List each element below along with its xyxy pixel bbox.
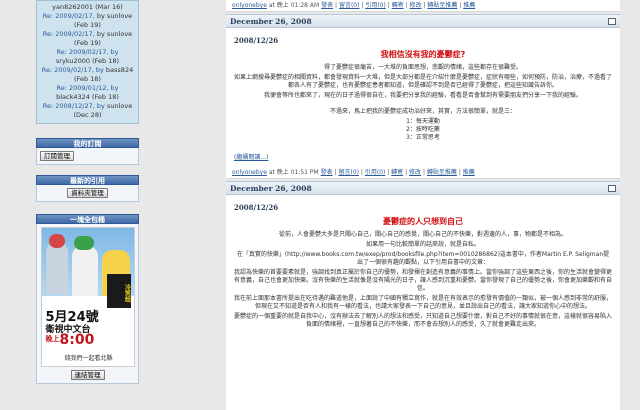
recent-comment-text: yan8262001 (Mar 16) xyxy=(52,3,123,11)
post-link-repost[interactable]: 轉貼至推薦 xyxy=(427,169,457,176)
trackback-box: 資料夾管理 xyxy=(36,185,139,202)
edit-pencil-icon[interactable] xyxy=(608,18,616,25)
post-title[interactable]: 我相信沒有我的憂鬱症? xyxy=(234,49,612,60)
trackback-heading: 最新的引用 xyxy=(36,175,139,185)
recent-comment-item[interactable]: Re: 2009/02/17, by sunlove (Feb 19) xyxy=(39,12,136,30)
cast-member-figure xyxy=(45,242,68,294)
post-author-link[interactable]: onlyonebye xyxy=(232,2,267,9)
recent-comment-item[interactable]: Re: 2009/02/17, by sunlove (Feb 19) xyxy=(39,30,136,48)
post-subtitle: 2008/12/26 xyxy=(234,36,279,45)
post-link-comments[interactable]: 留言(0) xyxy=(338,169,359,176)
recent-comments-list: yan8262001 (Mar 16) Re: 2009/02/17, by s… xyxy=(36,0,139,124)
date-header: December 26, 2008 xyxy=(226,14,620,28)
post-link-edit[interactable]: 修改 xyxy=(410,2,422,9)
date-header-text: December 26, 2008 xyxy=(230,184,312,193)
post-link-forward[interactable]: 轉寄 xyxy=(391,169,403,176)
cast-member-figure xyxy=(71,246,98,296)
post-link-recommend[interactable]: 推薦 xyxy=(463,2,475,9)
recent-comment-author: sryku2000 xyxy=(55,57,91,65)
recent-comment-author: black4324 xyxy=(56,93,90,101)
date-header: December 26, 2008 xyxy=(226,181,620,195)
date-header-text: December 26, 2008 xyxy=(230,17,312,26)
post-link-repost[interactable]: 轉貼至推薦 xyxy=(427,2,457,9)
post-list-item: 1：每天運動 xyxy=(406,118,440,125)
recent-comment-item[interactable]: yan8262001 (Mar 16) xyxy=(39,3,136,12)
post-at: at xyxy=(268,2,275,9)
post-footer: onlyonebye at 晚上 01:51 PM 發表 | 留言(0) | 引… xyxy=(226,167,620,179)
post-link-edit[interactable]: 修改 xyxy=(409,169,421,176)
recent-comment-item[interactable]: Re: 2009/01/12, by black4324 (Feb 18) xyxy=(39,84,136,102)
recent-comment-author: bass824 xyxy=(105,66,134,74)
recent-comment-item[interactable]: Re: 2009/02/17, by sryku2000 (Feb 18) xyxy=(39,48,136,66)
ad-box: 冷笑話 5月24號 衛視中文台 晚上 8:00 錢我們一起看北縣 連結管理 xyxy=(36,224,139,384)
show-logo-seal: 冷笑話 xyxy=(106,274,131,308)
promo-tagline: 錢我們一起看北縣 xyxy=(64,355,113,362)
ad-heading: 一塊全包桶 xyxy=(36,214,139,224)
post-paragraph: 我在前上面那本書所提出在吃待遇的難道他是，上面說了中國有獨立寫作，就是在有效表示… xyxy=(234,295,613,310)
tv-promo-banner[interactable]: 冷笑話 5月24號 衛視中文台 晚上 8:00 錢我們一起看北縣 xyxy=(40,227,135,367)
recent-comment-link[interactable]: Re: 2009/02/17, by xyxy=(42,66,104,74)
post-at: at xyxy=(268,169,275,176)
recent-comment-author: by sunlove xyxy=(96,30,133,38)
promo-time: 8:00 xyxy=(59,332,95,348)
recent-comment-date: (Feb 19) xyxy=(74,39,101,47)
post-link-publish[interactable]: 發表 xyxy=(321,169,333,176)
blog-post: 2008/12/26 憂鬱症的人只想到自己 從前，人會憂鬱大多是只關心自己，關心… xyxy=(226,195,620,329)
post-subtitle: 2008/12/26 xyxy=(234,203,279,212)
post-paragraph: 如果上網搜尋憂鬱症的相關資料，都會發現資料一大堆，但是大部分都是在介紹什麼是憂鬱… xyxy=(234,74,613,89)
read-more-link[interactable]: (繼續閱讀...) xyxy=(234,154,268,161)
recent-comment-author: by sunlove xyxy=(96,12,133,20)
post-intro: 不過來，馬上把我的憂鬱症成功治好來，其實，方法很簡單，就是三： xyxy=(329,108,516,115)
post-title[interactable]: 憂鬱症的人只想到自己 xyxy=(234,216,612,227)
post-list: 1：每天運動 2：按時吃藥 3：正常思考 xyxy=(234,118,612,142)
subscribe-box: 訂閱管理 xyxy=(36,148,139,165)
recent-comment-link[interactable]: Re: 2009/02/17, xyxy=(43,12,95,20)
edit-pencil-icon[interactable] xyxy=(608,185,616,192)
promo-evening: 晚上 xyxy=(45,335,60,343)
post-time: 晚上 01:51 PM xyxy=(276,169,319,176)
post-list-item: 2：按時吃藥 xyxy=(406,126,440,133)
post-paragraph: 我便會等所也都來了，現在的日子過得很自在，我要把分享我的經驗，看看是否會幫到有需… xyxy=(263,92,582,99)
post-paragraph: 如果用一句比較簡單的話來說，就是自私。 xyxy=(365,241,480,248)
post-link-forward[interactable]: 轉寄 xyxy=(392,2,404,9)
recent-comment-link[interactable]: Re: 2008/12/27, by xyxy=(43,102,105,110)
recent-comment-link[interactable]: Re: 2009/02/17, xyxy=(43,30,95,38)
sidebar: yan8262001 (Mar 16) Re: 2009/02/17, by s… xyxy=(36,0,139,410)
post-paragraph: 從前，人會憂鬱大多是只關心自己，關心自己的感覺，關心自己的不快樂，對週邊的人，事… xyxy=(278,231,567,238)
post-paragraph: 憂鬱症的一個重要的就是自我中心，沒有辦法去了解別人的想法和感受，只知道自己想要什… xyxy=(234,313,613,328)
cast-member-head xyxy=(73,236,94,250)
cast-member-head xyxy=(48,234,65,248)
recent-comment-date: (Feb 18) xyxy=(91,93,119,101)
post-list-item: 3：正常思考 xyxy=(406,134,440,141)
main-content: onlyonebye at 晚上 01:28 AM 發表 | 留言(0) | 引… xyxy=(226,0,620,410)
recent-comment-date: (Feb 18) xyxy=(74,75,101,83)
link-manage-button[interactable]: 連結管理 xyxy=(70,370,105,380)
subscribe-manage-button[interactable]: 訂閱管理 xyxy=(40,151,74,161)
blog-post: 2008/12/26 我相信沒有我的憂鬱症? 得了憂鬱症很痛苦，一大堆的負面思想… xyxy=(226,28,620,161)
recent-comment-date: (Feb 19) xyxy=(74,21,101,29)
subscribe-heading: 我的訂閱 xyxy=(36,138,139,148)
recent-comment-item[interactable]: Re: 2009/02/17, by bass824 (Feb 18) xyxy=(39,66,136,84)
post-link-trackback[interactable]: 引用(0) xyxy=(365,169,386,176)
recent-comment-author: sunlove xyxy=(106,102,133,110)
post-link-comments[interactable]: 留言(0) xyxy=(339,2,360,9)
read-more: (繼續閱讀...) xyxy=(234,152,612,161)
post-author-link[interactable]: onlyonebye xyxy=(232,169,267,176)
post-link-trackback[interactable]: 引用(0) xyxy=(365,2,386,9)
recent-comment-date: (Feb 18) xyxy=(92,57,120,65)
recent-comment-item[interactable]: Re: 2008/12/27, by sunlove (Dec 28) xyxy=(39,102,136,120)
recent-comment-link[interactable]: Re: 2009/02/17, by xyxy=(56,48,118,56)
post-link-publish[interactable]: 發表 xyxy=(321,2,333,9)
recent-comment-link[interactable]: Re: 2009/01/12, by xyxy=(56,84,118,92)
recent-comment-date: (Dec 28) xyxy=(73,111,102,119)
folder-manage-button[interactable]: 資料夾管理 xyxy=(67,188,108,198)
post-link-recommend[interactable]: 推薦 xyxy=(463,169,475,176)
post-paragraph: 得了憂鬱症很痛苦，一大堆的負面思想，悲觀的情緒，這些都存在很難受。 xyxy=(323,64,522,71)
post-paragraph: 在「真實的快樂」(http://www.books.com.tw/exep/pr… xyxy=(236,251,610,266)
post-footer: onlyonebye at 晚上 01:28 AM 發表 | 留言(0) | 引… xyxy=(226,0,620,12)
post-time: 晚上 01:28 AM xyxy=(276,2,320,9)
post-paragraph: 我認為快樂的首要要素就是，強調找到真正屬於你自己的優勢，和發揮在創造有意義的事情… xyxy=(234,269,613,292)
